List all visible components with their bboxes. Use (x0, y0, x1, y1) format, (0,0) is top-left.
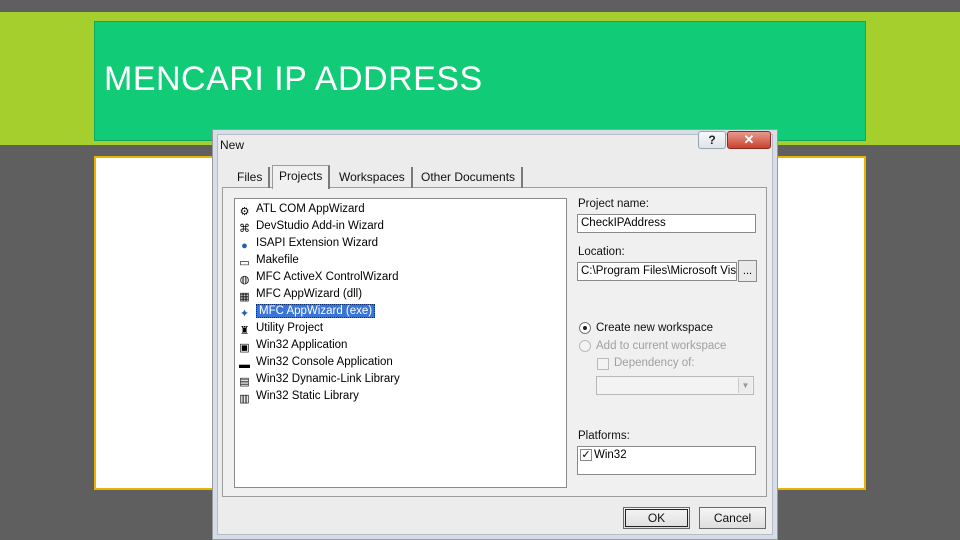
dependency-checkbox[interactable] (597, 358, 609, 370)
mfc-exe-icon: ✦ (239, 308, 250, 320)
close-button[interactable]: ✕ (727, 131, 771, 149)
project-type-list[interactable]: ⚙ ATL COM AppWizard ⌘ DevStudio Add-in Wiz… (234, 198, 567, 488)
tab-other-documents[interactable]: Other Documents (415, 167, 524, 188)
browse-button[interactable]: ... (738, 260, 757, 282)
list-item[interactable]: ▬ Win32 Console Application (237, 354, 393, 371)
location-field[interactable]: C:\Program Files\Microsoft Visua (577, 262, 737, 281)
mfc-dll-icon: ▦ (239, 291, 250, 303)
dll-icon: ▤ (239, 376, 250, 388)
win32-app-icon: ▣ (239, 342, 250, 354)
create-new-workspace-label: Create new workspace (596, 322, 713, 334)
dialog-title: New (220, 138, 245, 152)
help-button[interactable]: ? (698, 131, 726, 149)
dependency-label: Dependency of: (614, 357, 695, 369)
location-label: Location: (578, 246, 625, 258)
console-icon: ▬ (239, 359, 250, 371)
list-item[interactable]: ♜ Utility Project (237, 320, 324, 337)
chevron-down-icon: ▼ (738, 378, 752, 393)
list-item[interactable]: ▥ Win32 Static Library (237, 388, 359, 405)
platforms-label: Platforms: (578, 430, 630, 442)
list-item[interactable]: ▭ Makefile (237, 252, 299, 269)
static-lib-icon: ▥ (239, 393, 250, 405)
list-item-selected[interactable]: ✦ MFC AppWizard (exe) (237, 303, 376, 320)
project-name-label: Project name: (578, 198, 649, 210)
list-item[interactable]: ⌘ DevStudio Add-in Wizard (237, 218, 384, 235)
list-item[interactable]: ▣ Win32 Application (237, 337, 347, 354)
tab-files[interactable]: Files (231, 167, 271, 188)
list-item[interactable]: ◍ MFC ActiveX ControlWizard (237, 269, 399, 286)
ok-button[interactable]: OK (623, 507, 690, 529)
cancel-button[interactable]: Cancel (699, 507, 766, 529)
add-to-workspace-radio[interactable] (579, 340, 591, 352)
win32-label: Win32 (594, 449, 627, 461)
list-item[interactable]: ▤ Win32 Dynamic-Link Library (237, 371, 400, 388)
win32-checkbox[interactable]: ✓ (580, 449, 592, 461)
platforms-list[interactable]: ✓ Win32 (577, 446, 756, 475)
globe-icon: ● (241, 240, 248, 252)
atl-wizard-icon: ⚙ (239, 206, 250, 218)
tab-workspaces[interactable]: Workspaces (333, 167, 413, 188)
activex-icon: ◍ (239, 274, 250, 286)
title-box: MENCARI IP ADDRESS (94, 21, 866, 141)
list-item[interactable]: ● ISAPI Extension Wizard (237, 235, 378, 252)
create-new-workspace-radio[interactable] (579, 322, 591, 334)
list-item[interactable]: ▦ MFC AppWizard (dll) (237, 286, 362, 303)
dependency-combo[interactable]: ▼ (596, 376, 754, 395)
addin-wizard-icon: ⌘ (239, 223, 250, 235)
makefile-icon: ▭ (239, 257, 250, 269)
add-to-workspace-label: Add to current workspace (596, 340, 727, 352)
project-name-field[interactable]: CheckIPAddress (577, 214, 756, 233)
slide-title: MENCARI IP ADDRESS (104, 60, 483, 98)
utility-icon: ♜ (239, 325, 250, 337)
tab-projects[interactable]: Projects (272, 165, 331, 189)
list-item[interactable]: ⚙ ATL COM AppWizard (237, 201, 365, 218)
top-dark-band (0, 0, 960, 12)
